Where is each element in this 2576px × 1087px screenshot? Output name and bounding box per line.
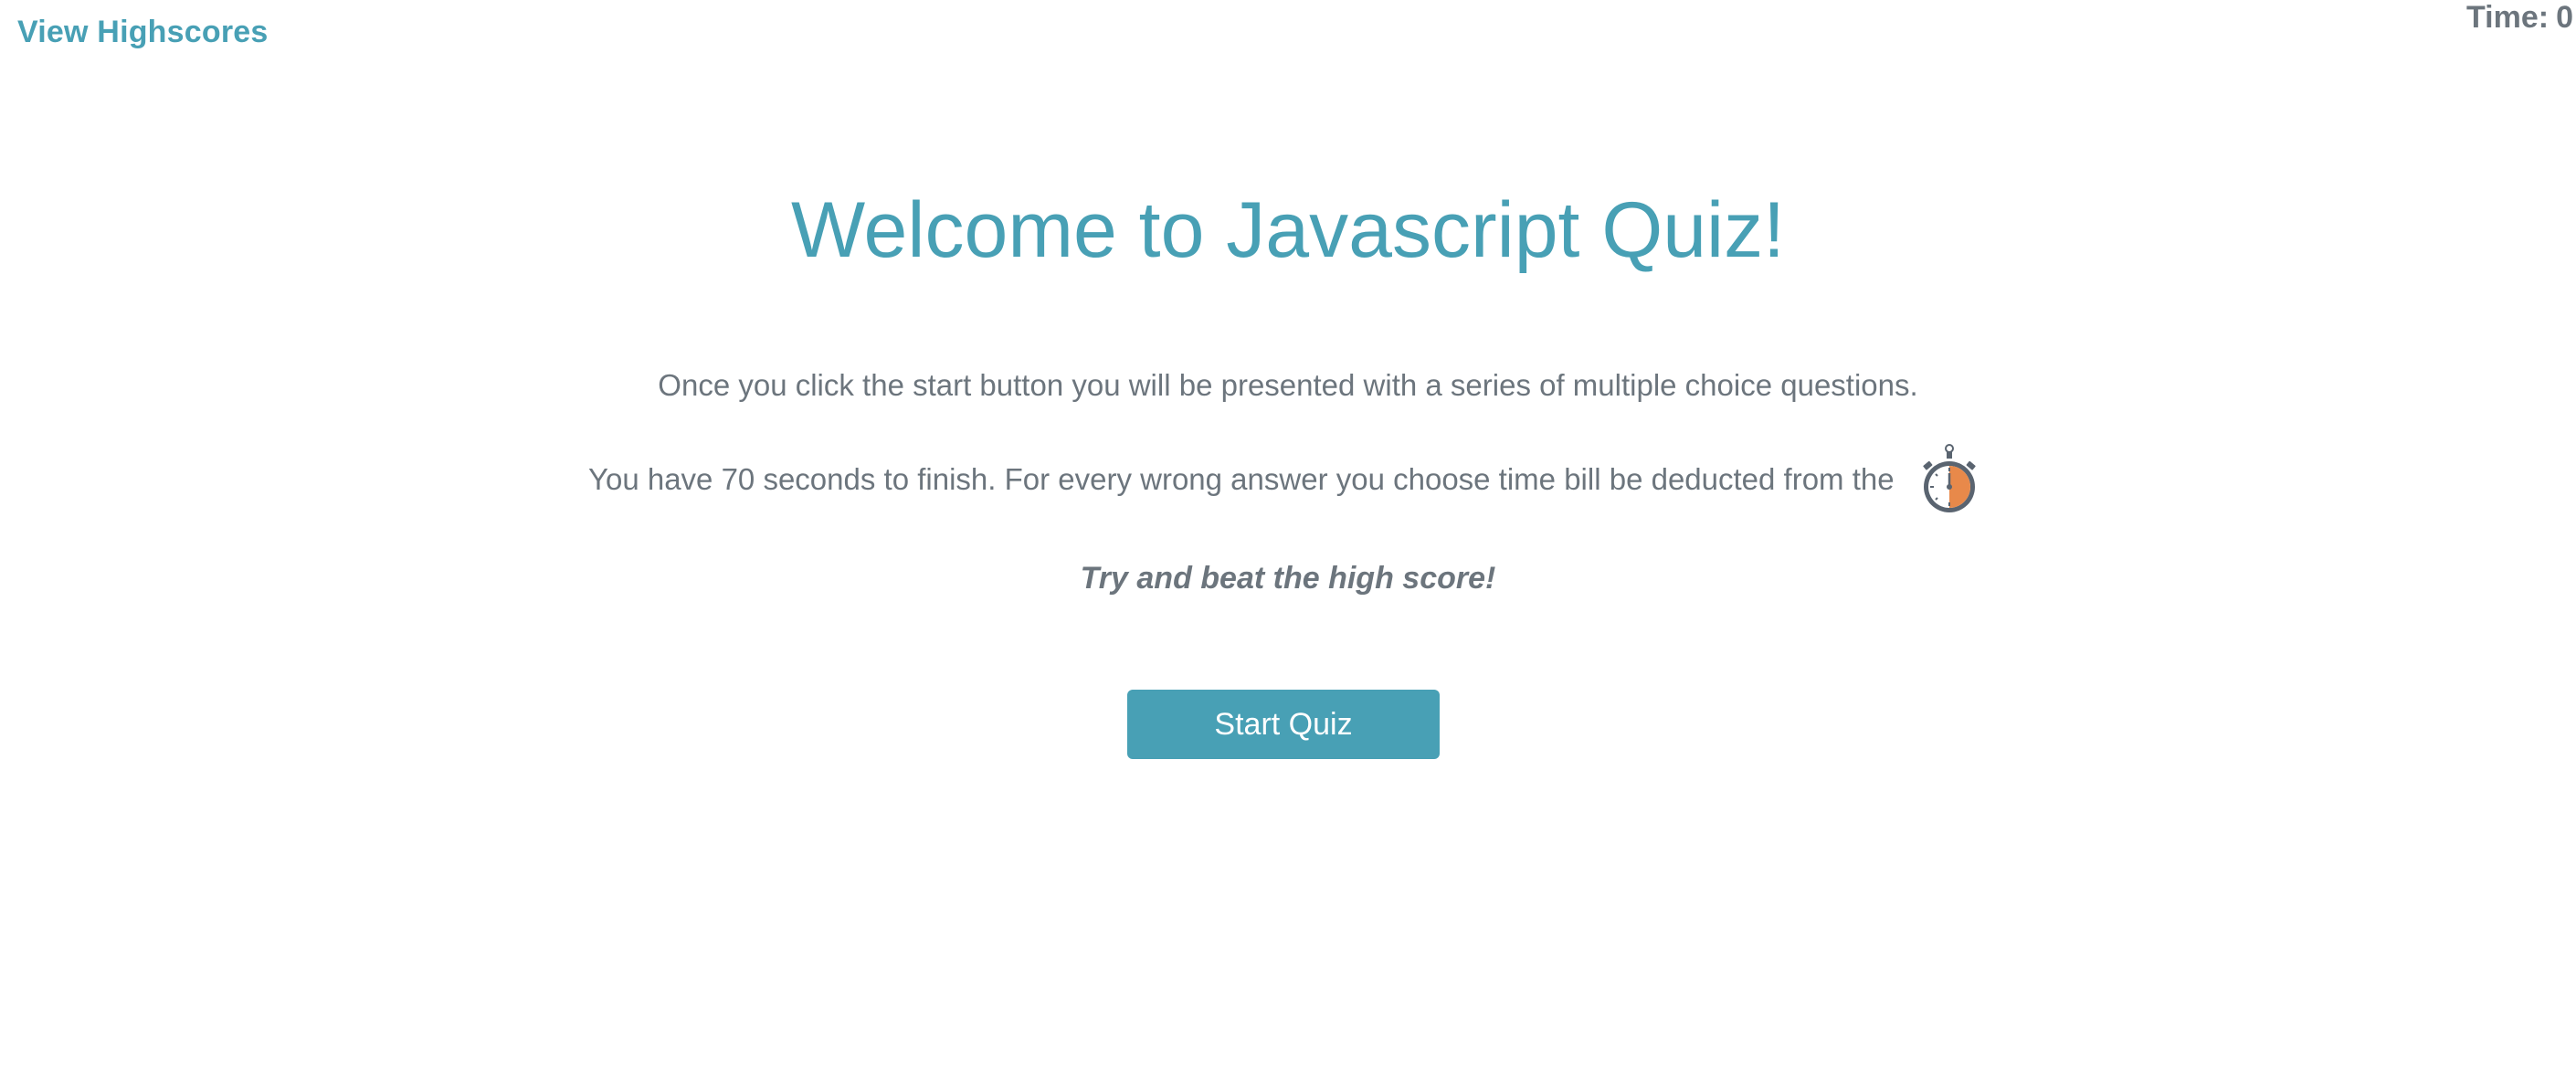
page-title: Welcome to Javascript Quiz! (790, 186, 1786, 274)
start-quiz-button[interactable]: Start Quiz (1127, 690, 1440, 759)
intro-text: Once you click the start button you will… (658, 368, 1918, 402)
timer-label: Time: (2466, 0, 2550, 35)
timer-value: 0 (2556, 0, 2573, 35)
view-highscores-link[interactable]: View Highscores (17, 15, 269, 50)
timer: Time: 0 (2466, 0, 2573, 36)
rules-text-row: You have 70 seconds to finish. For every… (588, 444, 1979, 512)
stopwatch-icon (1920, 443, 1979, 516)
tagline: Try and beat the high score! (1080, 561, 1496, 596)
rules-text: You have 70 seconds to finish. For every… (588, 462, 1895, 496)
